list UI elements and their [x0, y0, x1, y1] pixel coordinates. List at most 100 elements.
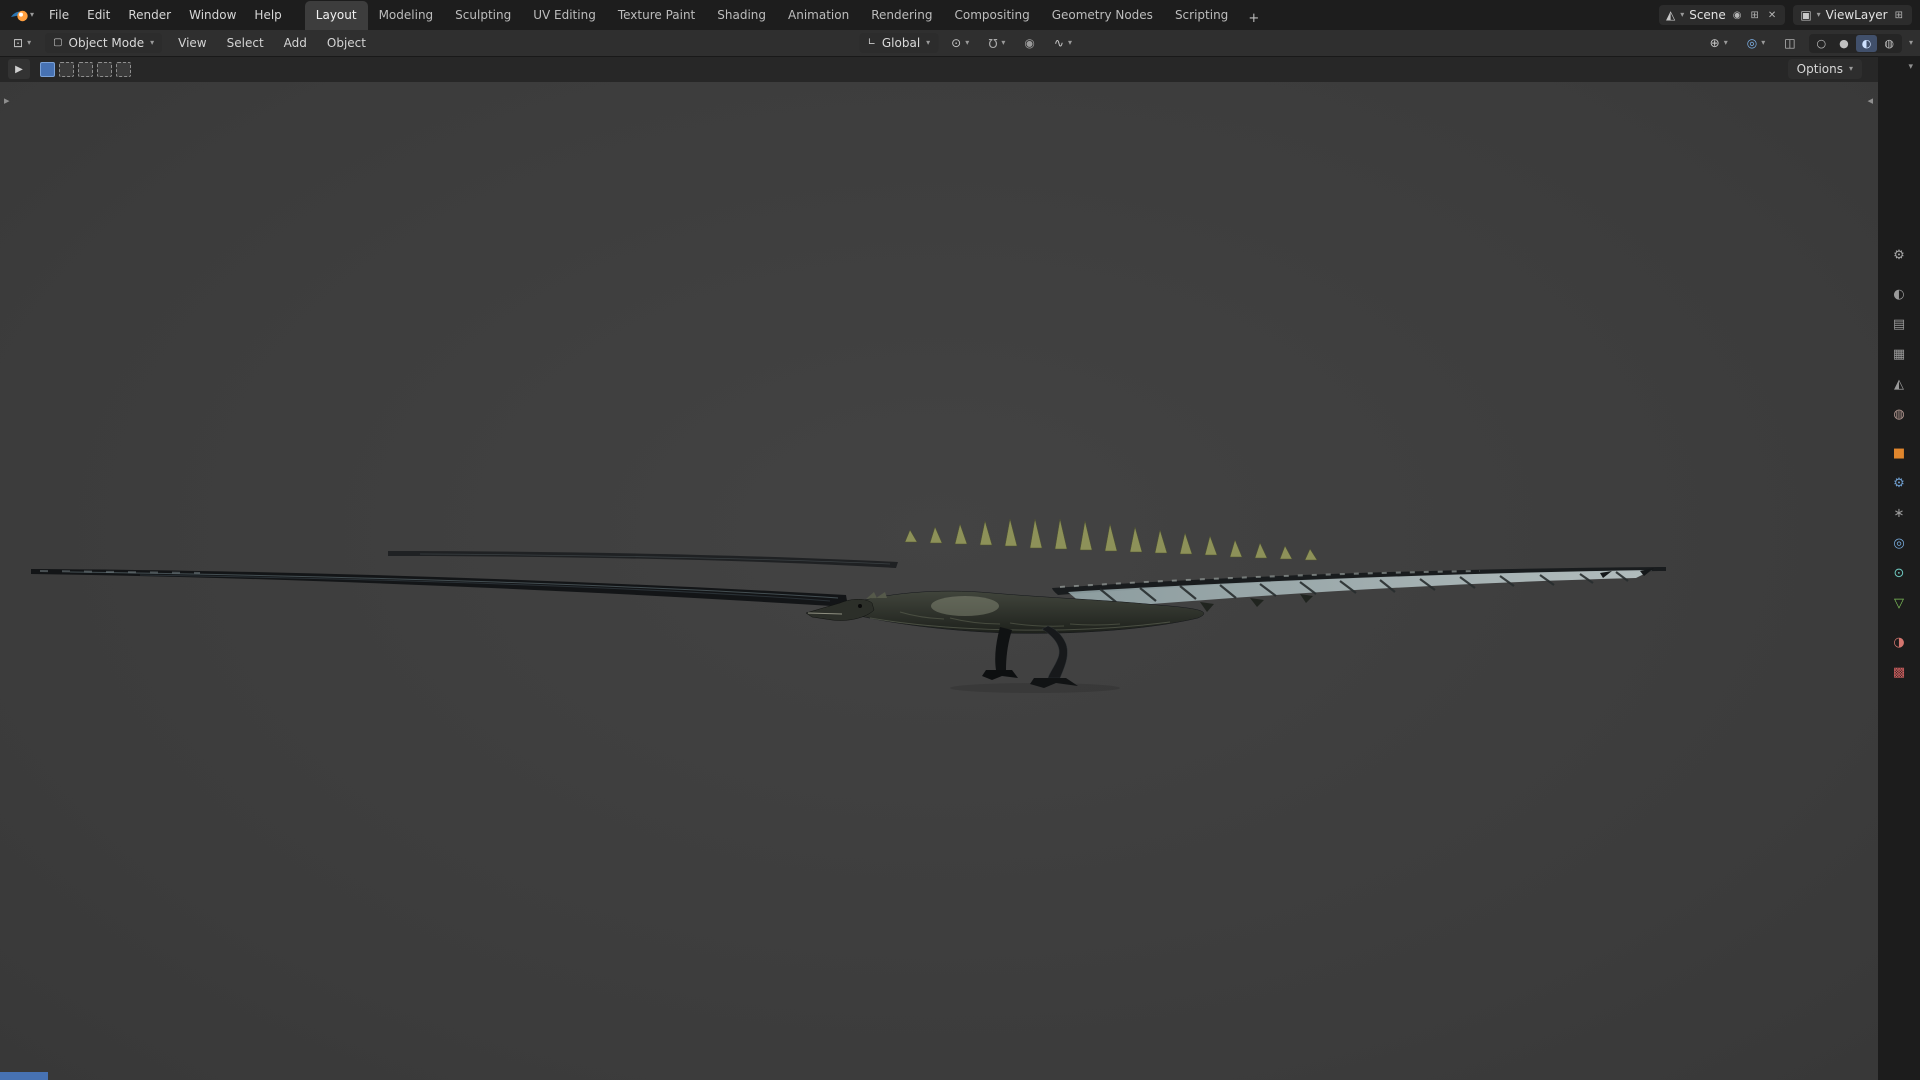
new-scene-icon[interactable]: ⊞ [1749, 9, 1761, 22]
tab-material-properties[interactable]: ◑ [1885, 631, 1913, 653]
viewport-header-center: ∟ Global ▾ ⊙ ▾ Ω ▾ ◉ ∿ ▾ [859, 33, 1078, 53]
show-overlays-button[interactable]: ◎ ▾ [1741, 34, 1772, 52]
overlays-icon: ◎ [1746, 36, 1758, 50]
select-mode-subtract[interactable] [78, 61, 93, 77]
workspace-tab-rendering[interactable]: Rendering [860, 1, 943, 30]
eye [858, 604, 862, 608]
workspace-tab-animation[interactable]: Animation [777, 1, 860, 30]
tab-particle-properties[interactable]: ∗ [1885, 502, 1913, 524]
workspace-tab-compositing[interactable]: Compositing [943, 1, 1040, 30]
active-tool-button[interactable]: ▶ [8, 59, 30, 79]
workspace-tab-sculpting[interactable]: Sculpting [444, 1, 522, 30]
viewport-canvas[interactable] [0, 82, 1878, 1080]
properties-menu-caret-icon[interactable]: ▾ [1908, 62, 1913, 72]
scene-browse-caret-icon[interactable]: ▾ [1680, 11, 1684, 19]
gizmo-caret-icon: ▾ [1723, 38, 1728, 47]
tab-scene-properties[interactable]: ◭ [1885, 373, 1913, 395]
left-wing [31, 569, 848, 607]
shading-wireframe-button[interactable]: ○ [1811, 35, 1833, 52]
logo-caret-icon: ▾ [30, 10, 35, 19]
select-mode-new[interactable] [40, 61, 55, 77]
unlink-scene-icon[interactable]: ✕ [1766, 9, 1778, 22]
rendered-icon: ◍ [1884, 36, 1894, 50]
workspace-tab-layout[interactable]: Layout [304, 1, 368, 30]
workspace-tab-scripting[interactable]: Scripting [1164, 1, 1239, 30]
viewport-header: ⊡ ▾ ▢ Object Mode ▾ View Select Add Obje… [0, 30, 1920, 56]
shading-rendered-button[interactable]: ◍ [1878, 35, 1900, 52]
show-gizmo-button[interactable]: ⊕ ▾ [1704, 34, 1734, 52]
tab-texture-properties[interactable]: ▩ [1885, 661, 1913, 683]
scene-icon[interactable]: ◭ [1666, 9, 1675, 21]
view-layer-icon[interactable]: ▣ [1800, 9, 1811, 21]
blender-logo-icon[interactable]: ▾ [8, 8, 40, 23]
tab-output-properties[interactable]: ▤ [1885, 313, 1913, 335]
workspace-tab-texture-paint[interactable]: Texture Paint [607, 1, 706, 30]
select-mode-group [40, 61, 131, 77]
add-workspace-button[interactable]: + [1239, 7, 1268, 30]
tab-physics-properties[interactable]: ◎ [1885, 532, 1913, 554]
pin-scene-icon[interactable]: ◉ [1731, 9, 1744, 22]
select-mode-intersect[interactable] [116, 61, 131, 77]
properties-tabs: ⚙ ◐ ▤ ▦ ◭ ◍ ■ ⚙ ∗ ◎ ⊙ ▽ ◑ ▩ [1885, 244, 1913, 683]
select-mode-extend[interactable] [59, 61, 74, 77]
snap-toggle-button[interactable]: Ω ▾ [982, 34, 1011, 52]
options-button[interactable]: Options ▾ [1787, 59, 1862, 79]
editor-type-icon: ⊡ [13, 36, 24, 50]
workspace-tab-modeling[interactable]: Modeling [368, 1, 445, 30]
scene-name[interactable]: Scene [1689, 8, 1726, 22]
constraint-properties-icon: ⊙ [1893, 565, 1905, 581]
pivot-point-button[interactable]: ⊙ ▾ [945, 34, 975, 52]
view-layer-browse-caret-icon[interactable]: ▾ [1817, 11, 1821, 19]
mode-selector[interactable]: ▢ Object Mode ▾ [45, 33, 163, 53]
options-caret-icon: ▾ [1848, 64, 1853, 73]
menu-edit[interactable]: Edit [78, 4, 119, 26]
new-view-layer-icon[interactable]: ⊞ [1893, 9, 1905, 22]
shading-solid-button[interactable]: ● [1833, 35, 1855, 52]
proportional-falloff-button[interactable]: ∿ ▾ [1048, 34, 1078, 52]
shading-settings-caret-icon[interactable]: ▾ [1909, 39, 1913, 47]
back-wing [388, 551, 898, 568]
far-leg [995, 627, 1012, 670]
tab-tool-properties[interactable]: ⚙ [1885, 244, 1913, 266]
toolbar-region-toggle[interactable]: ▸ [4, 95, 10, 106]
sidebar-region-toggle[interactable]: ◂ [1867, 95, 1873, 106]
menu-add[interactable]: Add [276, 32, 315, 54]
shading-mode-group: ○ ● ◐ ◍ [1808, 33, 1902, 53]
tab-modifier-properties[interactable]: ⚙ [1885, 472, 1913, 494]
proportional-editing-button[interactable]: ◉ [1018, 34, 1040, 52]
workspace-tab-geometry-nodes[interactable]: Geometry Nodes [1041, 1, 1164, 30]
topbar-right: ◭ ▾ Scene ◉ ⊞ ✕ ▣ ▾ ViewLayer ⊞ [1658, 5, 1912, 25]
xray-toggle-button[interactable]: ◫ [1778, 34, 1801, 52]
tab-world-properties[interactable]: ◍ [1885, 403, 1913, 425]
topbar: ▾ File Edit Render Window Help Layout Mo… [0, 0, 1920, 30]
far-foot [982, 670, 1018, 680]
menu-render[interactable]: Render [119, 4, 180, 26]
object-data-properties-icon: ▽ [1894, 595, 1904, 611]
menu-select[interactable]: Select [219, 32, 272, 54]
menu-view[interactable]: View [170, 32, 214, 54]
model-wyvern[interactable] [31, 518, 1666, 693]
tab-view-layer-properties[interactable]: ▦ [1885, 343, 1913, 365]
proportional-editing-icon: ◉ [1024, 36, 1035, 50]
viewport-3d[interactable]: ▸ ◂ [0, 82, 1878, 1080]
editor-type-button[interactable]: ⊡ ▾ [7, 34, 37, 52]
workspace-tab-uv-editing[interactable]: UV Editing [522, 1, 607, 30]
view-layer-properties-icon: ▦ [1892, 346, 1906, 362]
tab-render-properties[interactable]: ◐ [1885, 283, 1913, 305]
workspace-tab-shading[interactable]: Shading [706, 1, 777, 30]
menu-object[interactable]: Object [319, 32, 374, 54]
dorsal-spikes [904, 518, 1318, 561]
select-mode-invert[interactable] [97, 61, 112, 77]
transform-orientation-selector[interactable]: ∟ Global ▾ [859, 33, 939, 53]
orientation-label: Global [881, 36, 921, 50]
tab-object-data-properties[interactable]: ▽ [1885, 592, 1913, 614]
tab-constraint-properties[interactable]: ⊙ [1885, 562, 1913, 584]
scene-selector: ◭ ▾ Scene ◉ ⊞ ✕ [1658, 5, 1786, 25]
menu-window[interactable]: Window [180, 4, 245, 26]
menu-help[interactable]: Help [245, 4, 290, 26]
tab-object-properties[interactable]: ■ [1885, 442, 1913, 464]
menu-file[interactable]: File [40, 4, 78, 26]
shading-material-preview-button[interactable]: ◐ [1855, 34, 1878, 52]
view-layer-name[interactable]: ViewLayer [1826, 8, 1888, 22]
particle-properties-icon: ∗ [1893, 505, 1905, 521]
